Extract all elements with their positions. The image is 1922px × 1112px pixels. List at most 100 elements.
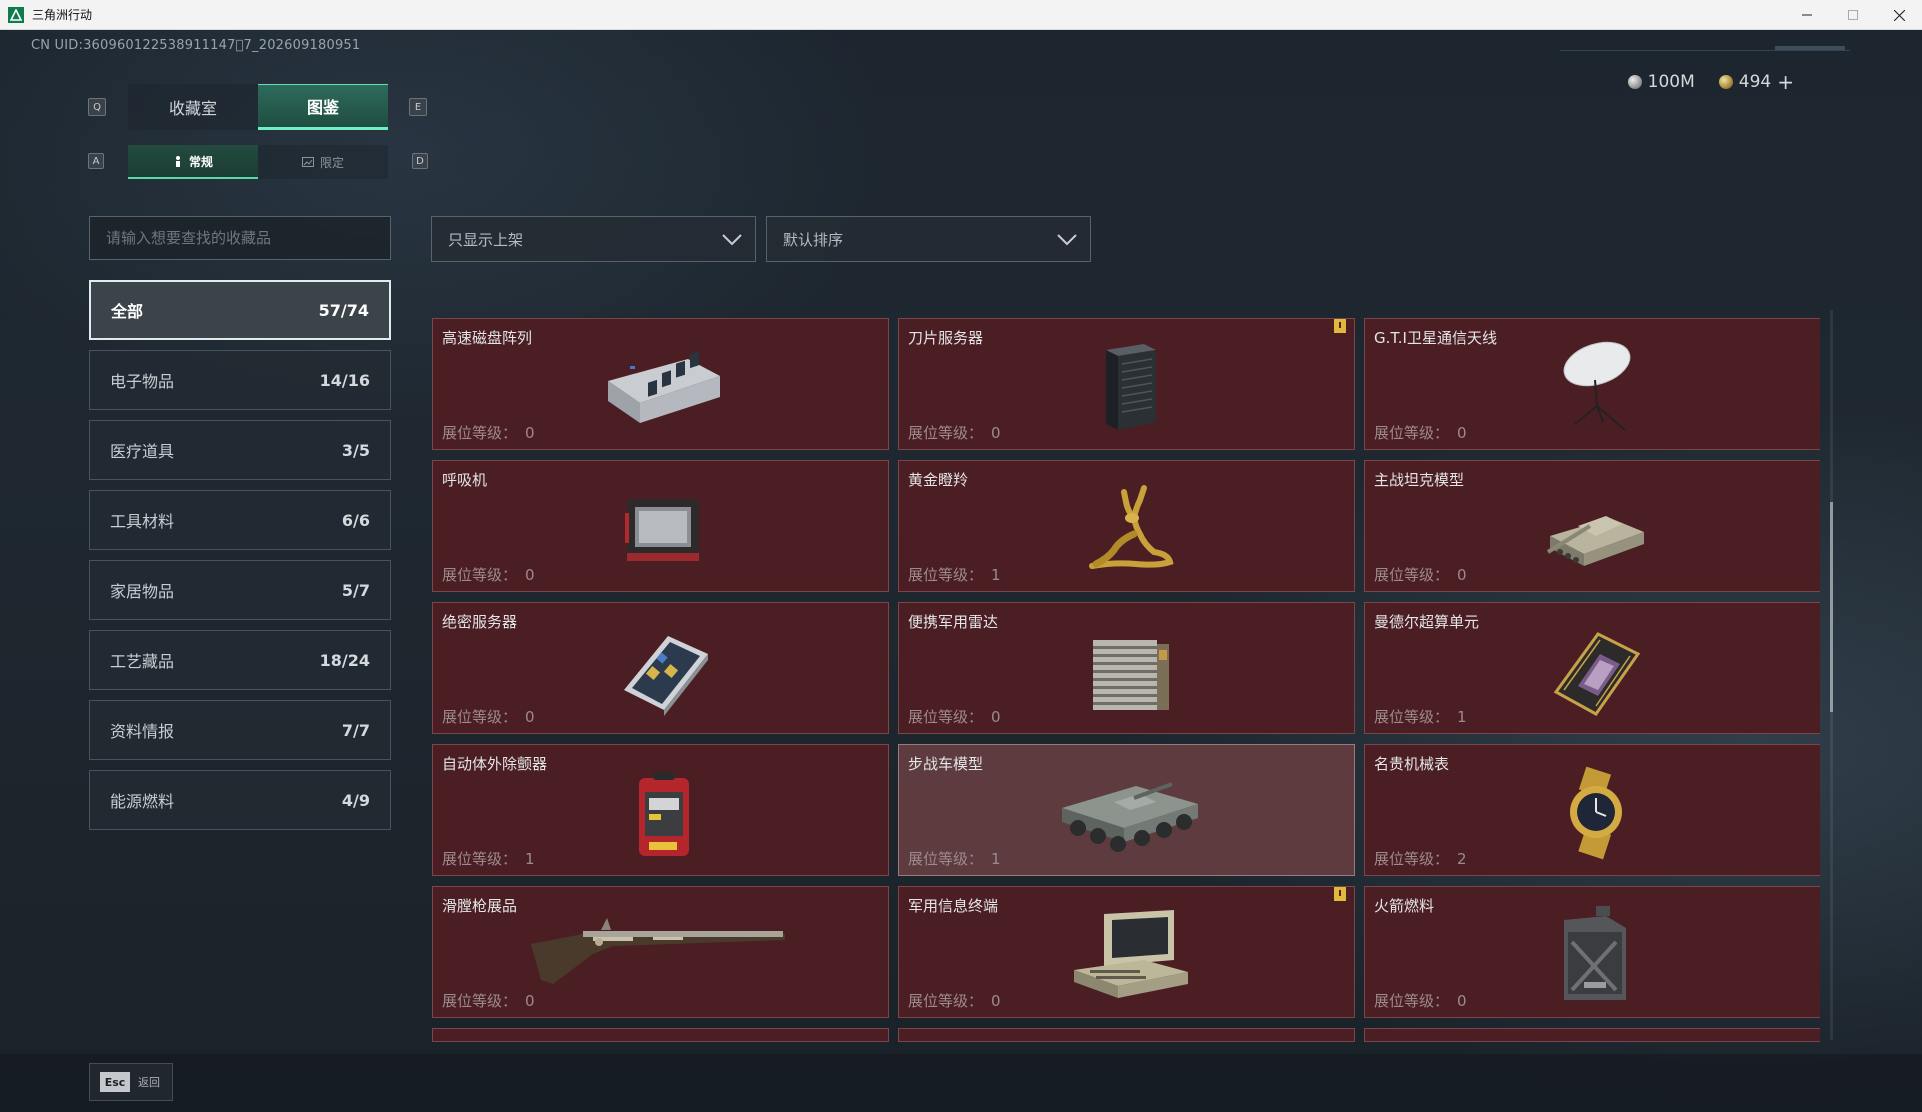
category-label: 能源燃料 <box>110 792 175 811</box>
category-label: 医疗道具 <box>110 442 175 461</box>
category-energy[interactable]: 能源燃料 4/9 <box>89 770 391 830</box>
decor-line <box>1560 50 1850 51</box>
key-hint-e: E <box>409 98 427 116</box>
tab-collection-room[interactable]: 收藏室 <box>128 84 258 130</box>
item-card[interactable]: 步战车模型 展位等级： 1 <box>898 744 1355 876</box>
item-card[interactable]: 滑膛枪展品 展位等级： 0 <box>432 886 889 1018</box>
subtab-limited[interactable]: 限定 <box>258 145 388 179</box>
sort-value: 默认排序 <box>783 230 844 249</box>
category-tools[interactable]: 工具材料 6/6 <box>89 490 391 550</box>
item-card[interactable]: 便携军用雷达 展位等级： 0 <box>898 602 1355 734</box>
item-card[interactable]: G.T.I卫星通信天线 展位等级： 0 <box>1364 318 1820 450</box>
key-hint-a: A <box>88 153 104 169</box>
subtab-regular[interactable]: 常规 <box>128 145 258 179</box>
item-name: 步战车模型 <box>908 755 984 773</box>
category-label: 工具材料 <box>110 512 175 531</box>
category-count: 57/74 <box>318 300 369 320</box>
item-level: 展位等级： 1 <box>1374 708 1467 726</box>
supercomputer-unit-icon <box>1515 615 1675 725</box>
category-label: 全部 <box>111 302 144 321</box>
subtab-limited-label: 限定 <box>319 155 344 170</box>
item-card[interactable]: 名贵机械表 展位等级： 2 <box>1364 744 1820 876</box>
item-name: 黄金瞪羚 <box>908 471 969 489</box>
item-name: 主战坦克模型 <box>1374 471 1465 489</box>
category-count: 3/5 <box>341 440 370 460</box>
alert-flag-icon <box>1334 319 1346 333</box>
subtab-regular-label: 常规 <box>188 154 213 169</box>
item-card[interactable]: 呼吸机 展位等级： 0 <box>432 460 889 592</box>
item-level: 展位等级： 0 <box>908 992 1001 1010</box>
item-name: 绝密服务器 <box>442 613 518 631</box>
category-label: 家居物品 <box>110 582 175 601</box>
category-label: 资料情报 <box>110 722 175 741</box>
category-count: 18/24 <box>319 650 370 670</box>
item-card[interactable]: 黄金瞪羚 展位等级： 1 <box>898 460 1355 592</box>
item-card[interactable]: 军用信息终端 展位等级： 0 <box>898 886 1355 1018</box>
window-title: 三角洲行动 <box>32 8 93 22</box>
item-card[interactable]: 火箭燃料 展位等级： 0 <box>1364 886 1820 1018</box>
key-hint-q: Q <box>88 98 106 116</box>
alert-flag-icon <box>1334 887 1346 901</box>
silver-currency: 100M <box>1627 72 1695 92</box>
sub-tabs: 常规 限定 <box>128 145 388 179</box>
item-level: 展位等级： 0 <box>908 708 1001 726</box>
item-name: 军用信息终端 <box>908 897 999 915</box>
gold-coin-icon <box>1718 75 1733 89</box>
category-count: 4/9 <box>341 790 370 810</box>
item-card[interactable]: 主战坦克模型 展位等级： 0 <box>1364 460 1820 592</box>
category-count: 6/6 <box>341 510 370 530</box>
ventilator-icon <box>583 473 743 583</box>
ifv-model-icon <box>1049 757 1209 867</box>
blade-server-icon <box>1049 331 1209 441</box>
player-uid: CN UID:360960122538911147 7_202609180951 <box>31 38 361 53</box>
military-terminal-icon <box>1049 899 1209 1009</box>
maximize-icon[interactable] <box>1830 0 1876 30</box>
esc-key-hint: Esc <box>100 1072 130 1092</box>
musket-icon <box>523 899 793 1009</box>
category-electronics[interactable]: 电子物品 14/16 <box>89 350 391 410</box>
category-label: 电子物品 <box>110 372 175 391</box>
back-button[interactable]: Esc 返回 <box>89 1063 173 1101</box>
item-name: 名贵机械表 <box>1374 755 1450 773</box>
figure-icon <box>175 156 180 167</box>
close-icon[interactable] <box>1876 0 1922 30</box>
item-card-partial[interactable] <box>898 1028 1355 1042</box>
main-tabs: 收藏室 图鉴 <box>128 84 388 130</box>
item-level: 展位等级： 0 <box>1374 424 1467 442</box>
collection-search-input[interactable] <box>89 216 391 260</box>
portable-radar-icon <box>1049 615 1209 725</box>
item-card-partial[interactable] <box>432 1028 889 1042</box>
window-titlebar: 三角洲行动 <box>0 0 1922 30</box>
category-all[interactable]: 全部 57/74 <box>89 280 391 340</box>
item-card[interactable]: 曼德尔超算单元 展位等级： 1 <box>1364 602 1820 734</box>
minimize-icon[interactable] <box>1784 0 1830 30</box>
category-count: 14/16 <box>319 370 370 390</box>
picture-icon <box>301 157 314 167</box>
category-label: 工艺藏品 <box>110 652 175 671</box>
item-card-partial[interactable] <box>1364 1028 1820 1042</box>
category-household[interactable]: 家居物品 5/7 <box>89 560 391 620</box>
category-crafts[interactable]: 工艺藏品 18/24 <box>89 630 391 690</box>
item-card[interactable]: 刀片服务器 展位等级： 0 <box>898 318 1355 450</box>
category-intel[interactable]: 资料情报 7/7 <box>89 700 391 760</box>
item-name: 滑膛枪展品 <box>442 897 518 915</box>
shelf-filter-dropdown[interactable]: 只显示上架 <box>431 216 756 262</box>
item-level: 展位等级： 0 <box>442 424 535 442</box>
add-currency-button[interactable]: + <box>1777 72 1794 92</box>
item-card[interactable]: 绝密服务器 展位等级： 0 <box>432 602 889 734</box>
sort-dropdown[interactable]: 默认排序 <box>766 216 1091 262</box>
item-level: 展位等级： 1 <box>908 566 1001 584</box>
back-label: 返回 <box>138 1076 160 1089</box>
item-name: 曼德尔超算单元 <box>1374 613 1480 631</box>
chevron-down-icon <box>722 234 742 246</box>
item-level: 展位等级： 0 <box>442 708 535 726</box>
item-level: 展位等级： 0 <box>442 566 535 584</box>
grid-scrollbar-thumb[interactable] <box>1830 502 1833 712</box>
app-logo-icon <box>8 6 24 23</box>
item-level: 展位等级： 0 <box>442 992 535 1010</box>
category-medical[interactable]: 医疗道具 3/5 <box>89 420 391 480</box>
shelf-filter-value: 只显示上架 <box>448 230 524 249</box>
tab-codex[interactable]: 图鉴 <box>258 84 388 130</box>
item-card[interactable]: 自动体外除颤器 展位等级： 1 <box>432 744 889 876</box>
item-card[interactable]: 高速磁盘阵列 展位等级： 0 <box>432 318 889 450</box>
